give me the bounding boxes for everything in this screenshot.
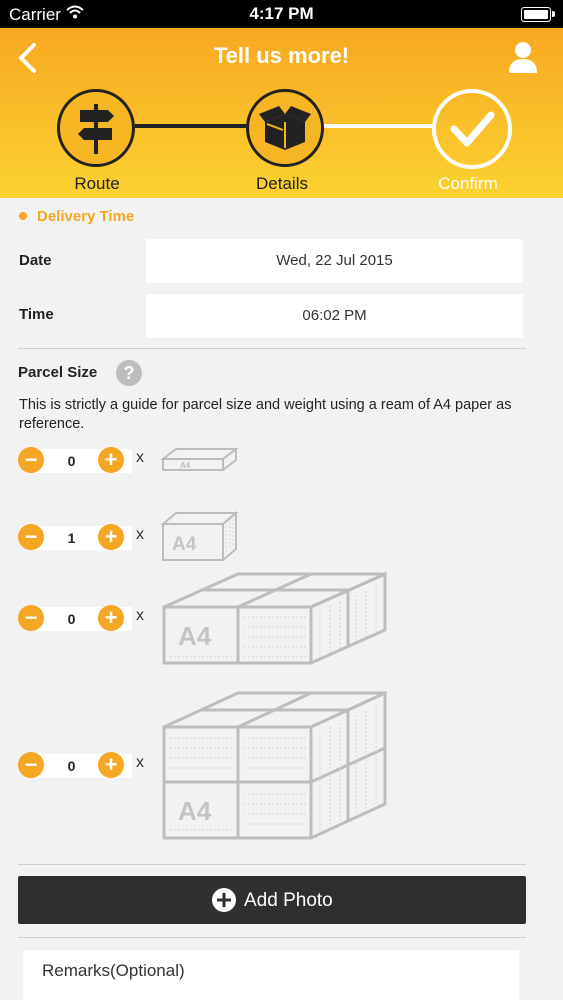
delivery-time-section-title: Delivery Time (19, 208, 134, 225)
decrement-button[interactable]: − (18, 447, 44, 473)
step-details-label: Details (256, 174, 308, 193)
parcel-box-small: A4 (160, 446, 239, 471)
multiplier-sign: x (136, 449, 144, 466)
parcel-box-single: A4 (160, 510, 239, 561)
decrement-button[interactable]: − (18, 605, 44, 631)
route-sign-icon (78, 104, 114, 154)
help-icon[interactable]: ? (116, 360, 142, 386)
time-field[interactable]: 06:02 PM (146, 294, 523, 338)
header: Tell us more! Route Details Confirm (0, 28, 563, 198)
bullet-icon (19, 212, 27, 221)
checkmark-icon (450, 111, 495, 147)
step-confirm (432, 89, 512, 169)
status-bar: Carrier 4:17 PM (0, 0, 563, 28)
quantity-value: 0 (67, 453, 76, 469)
add-photo-button[interactable]: Add Photo (18, 876, 526, 924)
add-photo-label: Add Photo (244, 890, 333, 911)
step-route (57, 89, 135, 167)
quantity-value: 0 (67, 611, 76, 627)
multiplier-sign: x (136, 526, 144, 543)
parcel-box-medium: A4 (162, 571, 387, 665)
plus-circle-icon (212, 888, 236, 912)
battery-icon (521, 7, 555, 22)
parcel-box-large: A4 (162, 690, 387, 840)
clock: 4:17 PM (249, 4, 314, 23)
divider (18, 937, 526, 938)
divider (18, 348, 526, 349)
remarks-placeholder: Remarks(Optional) (42, 961, 185, 980)
step-details (246, 89, 324, 167)
step-confirm-label: Confirm (438, 174, 498, 193)
box-label: A4 (178, 621, 212, 651)
step-route-label: Route (74, 174, 120, 193)
parcel-size-description: This is strictly a guide for parcel size… (19, 397, 512, 432)
delivery-time-label: Delivery Time (37, 208, 135, 225)
box-icon (259, 106, 311, 150)
increment-button[interactable]: + (98, 524, 124, 550)
increment-button[interactable]: + (98, 752, 124, 778)
decrement-button[interactable]: − (18, 524, 44, 550)
box-label: A4 (172, 534, 197, 555)
multiplier-sign: x (136, 607, 144, 624)
time-label: Time (19, 306, 54, 323)
quantity-value: 1 (67, 530, 76, 546)
box-label: A4 (178, 796, 212, 826)
multiplier-sign: x (136, 754, 144, 771)
increment-button[interactable]: + (98, 605, 124, 631)
quantity-value: 0 (67, 758, 76, 774)
increment-button[interactable]: + (98, 447, 124, 473)
date-field[interactable]: Wed, 22 Jul 2015 (146, 239, 523, 283)
decrement-button[interactable]: − (18, 752, 44, 778)
box-label: A4 (180, 461, 191, 470)
parcel-size-title: Parcel Size (18, 364, 98, 381)
remarks-field[interactable]: Remarks(Optional) (23, 950, 519, 1000)
date-label: Date (19, 252, 52, 269)
divider (18, 864, 526, 865)
